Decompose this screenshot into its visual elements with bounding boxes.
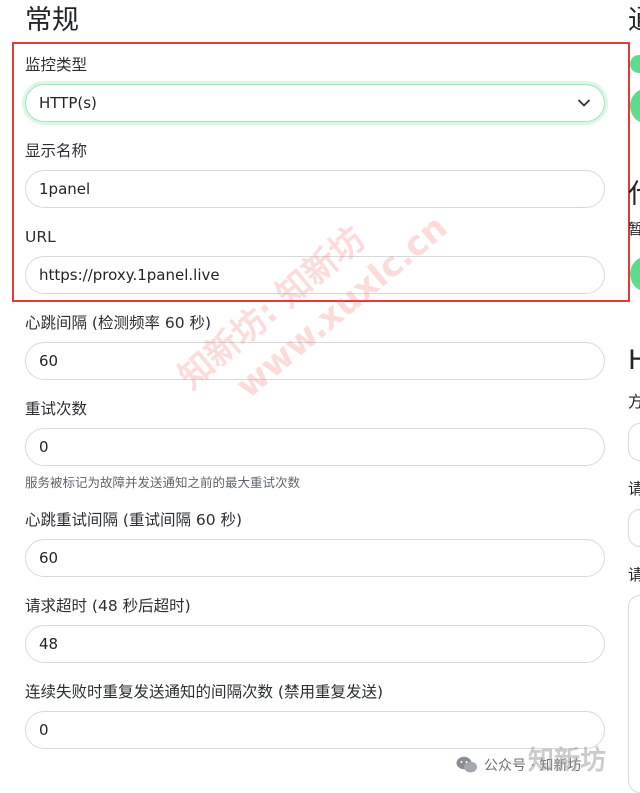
request-timeout-input[interactable]: 48 <box>25 625 605 663</box>
toggle-indicator[interactable] <box>630 55 640 73</box>
right-heading-http: H <box>628 345 640 376</box>
right-input[interactable] <box>628 509 640 547</box>
display-name-input[interactable]: 1panel <box>25 170 605 208</box>
url-field: URL https://proxy.1panel.live <box>25 227 605 294</box>
request-timeout-label: 请求超时 (48 秒后超时) <box>25 597 191 615</box>
monitor-type-label: 监控类型 <box>25 56 88 74</box>
retry-interval-field: 心跳重试间隔 (重试间隔 60 秒) 60 <box>25 510 605 577</box>
retries-label: 重试次数 <box>25 400 88 418</box>
retry-interval-input[interactable]: 60 <box>25 539 605 577</box>
general-settings-panel: 常规 监控类型 HTTP(s) 显示名称 1panel URL https://… <box>0 0 628 793</box>
display-name-field: 显示名称 1panel <box>25 141 605 208</box>
resend-interval-label: 连续失败时重复发送通知的间隔次数 (禁用重复发送) <box>25 683 384 701</box>
retry-interval-label: 心跳重试间隔 (重试间隔 60 秒) <box>25 511 243 529</box>
monitor-type-field: 监控类型 HTTP(s) <box>25 55 605 122</box>
monitor-type-value: HTTP(s) <box>39 94 97 112</box>
url-label: URL <box>25 228 56 246</box>
footer-wechat-badge: 公众号 · 知新坊 <box>456 755 581 775</box>
right-input[interactable] <box>628 423 640 461</box>
section-title-general: 常规 <box>25 5 79 36</box>
retries-help-text: 服务被标记为故障并发送通知之前的最大重试次数 <box>25 475 301 490</box>
monitor-type-select[interactable]: HTTP(s) <box>25 84 605 122</box>
display-name-label: 显示名称 <box>25 142 88 160</box>
wechat-icon <box>456 756 478 774</box>
heartbeat-interval-input[interactable]: 60 <box>25 342 605 380</box>
retries-input[interactable]: 0 <box>25 428 605 466</box>
right-textarea[interactable] <box>628 595 640 793</box>
right-label: 请 <box>628 480 640 498</box>
footer-badge-text: 公众号 · 知新坊 <box>484 758 582 774</box>
right-label: 方 <box>628 393 640 411</box>
request-timeout-field: 请求超时 (48 秒后超时) 48 <box>25 596 605 663</box>
chevron-down-icon <box>577 96 591 110</box>
heartbeat-interval-label: 心跳间隔 (检测频率 60 秒) <box>25 314 212 332</box>
resend-interval-input[interactable]: 0 <box>25 711 605 749</box>
right-label: 请 <box>628 566 640 584</box>
right-heading-proxy: 代 <box>628 178 640 212</box>
heartbeat-interval-field: 心跳间隔 (检测频率 60 秒) 60 <box>25 313 605 380</box>
retries-field: 重试次数 0 服务被标记为故障并发送通知之前的最大重试次数 <box>25 399 605 490</box>
resend-interval-field: 连续失败时重复发送通知的间隔次数 (禁用重复发送) 0 <box>25 682 605 749</box>
toggle-indicator[interactable] <box>630 88 640 124</box>
url-input[interactable]: https://proxy.1panel.live <box>25 256 605 294</box>
right-column-partial: 通 代 暂 H 方 请 请 <box>628 0 640 793</box>
toggle-indicator[interactable] <box>630 256 640 292</box>
right-heading-notifications: 通 <box>628 4 640 38</box>
right-subtext: 暂 <box>628 220 640 238</box>
